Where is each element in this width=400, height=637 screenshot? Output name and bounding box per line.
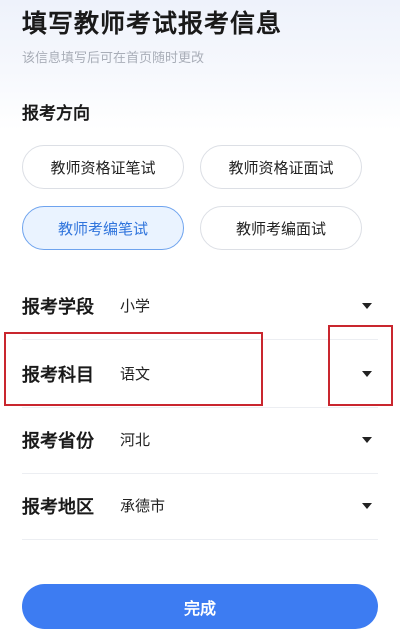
caret-down-icon[interactable] [362,436,372,443]
field-row-region[interactable]: 报考地区 承德市 [22,472,378,540]
done-button[interactable]: 完成 [22,584,378,629]
field-row-province[interactable]: 报考省份 河北 [22,406,378,474]
field-value: 语文 [120,365,151,383]
field-label: 报考学段 [22,296,94,318]
field-label: 报考省份 [22,430,94,452]
page-subtitle: 该信息填写后可在首页随时更改 [22,51,205,66]
option-chip-exam-written[interactable]: 教师考编笔试 [22,206,184,250]
caret-down-icon[interactable] [362,502,372,509]
caret-down-icon[interactable] [362,370,372,377]
page-title: 填写教师考试报考信息 [22,9,283,38]
field-row-stage[interactable]: 报考学段 小学 [22,272,378,340]
field-row-subject[interactable]: 报考科目 语文 [22,340,378,408]
option-chip-exam-interview[interactable]: 教师考编面试 [200,206,362,250]
caret-down-icon[interactable] [362,302,372,309]
option-chip-cert-interview[interactable]: 教师资格证面试 [200,145,362,189]
field-label: 报考科目 [22,364,94,386]
field-value: 承德市 [120,497,166,515]
option-chip-cert-written[interactable]: 教师资格证笔试 [22,145,184,189]
field-value: 河北 [120,431,151,449]
direction-section-label: 报考方向 [22,104,90,124]
field-label: 报考地区 [22,496,94,518]
field-value: 小学 [120,297,151,315]
